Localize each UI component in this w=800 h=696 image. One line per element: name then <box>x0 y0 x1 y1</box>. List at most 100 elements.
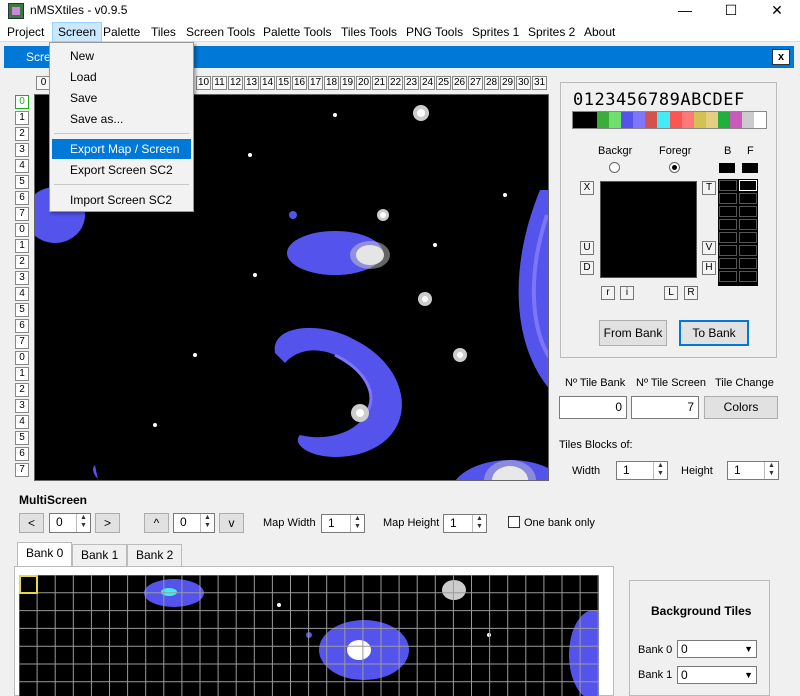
row-color-grid[interactable] <box>718 179 758 286</box>
row-number[interactable]: 7 <box>15 335 29 349</box>
column-number[interactable]: 21 <box>372 76 387 90</box>
row-number[interactable]: 3 <box>15 271 29 285</box>
palette-swatch[interactable] <box>633 112 646 128</box>
shift-down-button[interactable]: D <box>580 261 594 275</box>
row-number[interactable]: 3 <box>15 143 29 157</box>
menu-sprites-2[interactable]: Sprites 2 <box>523 22 580 42</box>
row-color-cell[interactable] <box>719 193 737 204</box>
palette-swatch[interactable] <box>753 112 766 128</box>
flip-h-button[interactable]: H <box>702 261 716 275</box>
menu-tiles[interactable]: Tiles <box>146 22 181 42</box>
row-color-cell[interactable] <box>739 258 757 269</box>
row-number[interactable]: 1 <box>15 239 29 253</box>
row-color-cell[interactable] <box>739 180 757 191</box>
menu-palette[interactable]: Palette <box>98 22 145 42</box>
palette-swatch[interactable] <box>705 112 718 128</box>
backgr-radio[interactable] <box>609 162 620 173</box>
maximize-button[interactable]: ☐ <box>708 0 754 22</box>
row-color-cell[interactable] <box>719 206 737 217</box>
palette-swatch[interactable] <box>645 112 658 128</box>
column-number[interactable]: 16 <box>292 76 307 90</box>
menu-item-export-sc2[interactable]: Export Screen SC2 <box>52 160 191 180</box>
shift-left-button[interactable]: L <box>664 286 678 300</box>
colors-button[interactable]: Colors <box>704 396 778 419</box>
down-screen-button[interactable]: v <box>219 513 244 533</box>
tile-pixel-editor[interactable] <box>600 181 697 278</box>
column-number[interactable]: 20 <box>356 76 371 90</box>
palette-swatch[interactable] <box>717 112 730 128</box>
bank1-select[interactable]: 0 ▼ <box>677 666 757 684</box>
height-spinner[interactable]: 1 ▲ ▼ <box>727 461 779 480</box>
tile-screen-field[interactable]: 7 <box>631 396 699 419</box>
tab-bank-1[interactable]: Bank 1 <box>72 544 128 566</box>
column-number[interactable]: 22 <box>388 76 403 90</box>
menu-item-new[interactable]: New <box>52 46 191 66</box>
row-color-cell[interactable] <box>719 245 737 256</box>
row-number[interactable]: 1 <box>15 367 29 381</box>
to-bank-button[interactable]: To Bank <box>679 320 749 346</box>
from-bank-button[interactable]: From Bank <box>599 320 667 346</box>
spinner-arrows-icon[interactable]: ▲ ▼ <box>764 462 778 479</box>
up-screen-button[interactable]: ^ <box>144 513 169 533</box>
row-color-cell[interactable] <box>719 258 737 269</box>
foregr-radio[interactable] <box>669 162 680 173</box>
f-color-swatch[interactable] <box>742 163 758 173</box>
column-number[interactable]: 14 <box>260 76 275 90</box>
spinner-arrows-icon[interactable]: ▲ ▼ <box>200 514 214 532</box>
row-color-cell[interactable] <box>719 232 737 243</box>
rotate-r-button[interactable]: r <box>601 286 615 300</box>
row-number[interactable]: 5 <box>15 431 29 445</box>
column-number[interactable]: 11 <box>212 76 227 90</box>
spinner-arrows-icon[interactable]: ▲ ▼ <box>350 515 364 532</box>
next-screen-button[interactable]: > <box>95 513 120 533</box>
palette-swatch[interactable] <box>597 112 610 128</box>
row-number[interactable]: 0 <box>15 95 29 109</box>
row-number[interactable]: 7 <box>15 207 29 221</box>
menu-item-load[interactable]: Load <box>52 67 191 87</box>
column-number[interactable]: 28 <box>484 76 499 90</box>
shift-right-button[interactable]: R <box>684 286 698 300</box>
row-color-cell[interactable] <box>739 206 757 217</box>
menu-item-save[interactable]: Save <box>52 88 191 108</box>
column-number[interactable]: 10 <box>196 76 211 90</box>
menu-palette-tools[interactable]: Palette Tools <box>258 22 337 42</box>
spinner-arrows-icon[interactable]: ▲ ▼ <box>76 514 90 532</box>
row-color-cell[interactable] <box>739 245 757 256</box>
width-spinner[interactable]: 1 ▲ ▼ <box>616 461 668 480</box>
row-number[interactable]: 6 <box>15 447 29 461</box>
palette-swatch[interactable] <box>669 112 682 128</box>
column-number[interactable]: 23 <box>404 76 419 90</box>
column-number[interactable]: 15 <box>276 76 291 90</box>
row-color-cell[interactable] <box>739 271 757 282</box>
close-button[interactable]: ✕ <box>754 0 800 22</box>
prev-screen-button[interactable]: < <box>19 513 44 533</box>
row-color-cell[interactable] <box>739 219 757 230</box>
row-number[interactable]: 5 <box>15 175 29 189</box>
column-number[interactable]: 26 <box>452 76 467 90</box>
row-number[interactable]: 6 <box>15 319 29 333</box>
column-number[interactable]: 17 <box>308 76 323 90</box>
invert-i-button[interactable]: i <box>620 286 634 300</box>
panel-close-button[interactable]: x <box>772 49 790 65</box>
spinner-arrows-icon[interactable]: ▲ ▼ <box>472 515 486 532</box>
tab-bank-0[interactable]: Bank 0 <box>17 542 73 566</box>
menu-item-export-map[interactable]: Export Map / Screen <box>52 139 191 159</box>
palette-swatch[interactable] <box>585 112 598 128</box>
menu-sprites-1[interactable]: Sprites 1 <box>467 22 524 42</box>
menu-screen[interactable]: Screen <box>52 22 103 42</box>
palette-swatch[interactable] <box>621 112 634 128</box>
tile-bank-grid[interactable] <box>19 575 599 696</box>
color-palette[interactable] <box>572 111 767 129</box>
palette-swatch[interactable] <box>657 112 670 128</box>
spinner-arrows-icon[interactable]: ▲ ▼ <box>653 462 667 479</box>
menu-about[interactable]: About <box>579 22 620 42</box>
column-number[interactable]: 31 <box>532 76 547 90</box>
palette-swatch[interactable] <box>693 112 706 128</box>
row-number[interactable]: 6 <box>15 191 29 205</box>
row-number[interactable]: 1 <box>15 111 29 125</box>
row-number[interactable]: 3 <box>15 399 29 413</box>
row-number[interactable]: 7 <box>15 463 29 477</box>
row-number[interactable]: 2 <box>15 127 29 141</box>
column-number[interactable]: 30 <box>516 76 531 90</box>
flip-t-button[interactable]: T <box>702 181 716 195</box>
